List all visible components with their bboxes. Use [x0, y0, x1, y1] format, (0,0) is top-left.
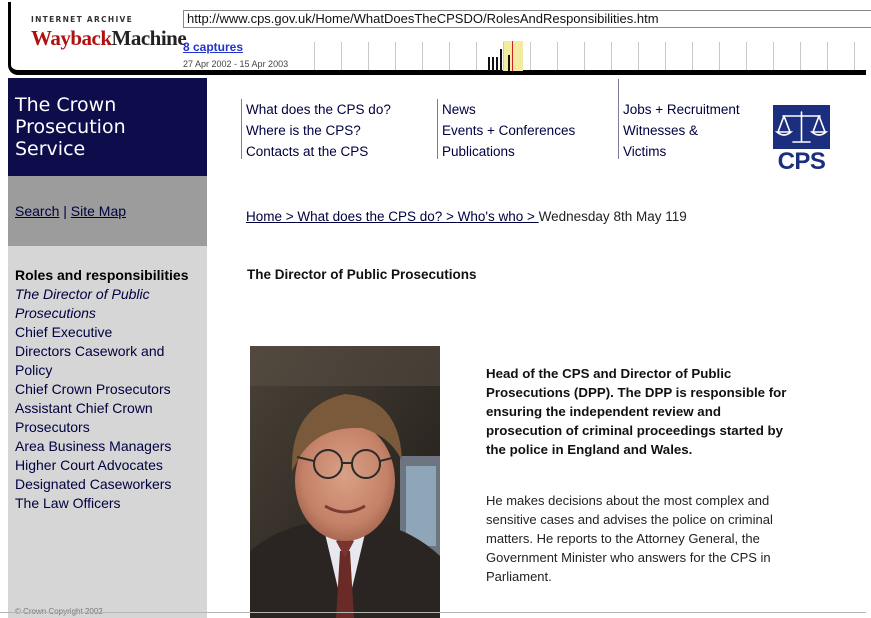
sidebar-item-directors-casework[interactable]: Directors Casework and Policy — [15, 342, 205, 380]
body-paragraph: He makes decisions about the most comple… — [486, 493, 773, 584]
site-title-line: Prosecution — [15, 116, 126, 138]
nav-link-victims[interactable]: Victims — [623, 141, 740, 162]
timeline-year-sep — [341, 42, 342, 70]
wayback-logo[interactable]: INTERNET ARCHIVE WaybackMachine — [31, 15, 187, 50]
nav-link-jobs[interactable]: Jobs + Recruitment — [623, 99, 740, 120]
wayback-toolbar: INTERNET ARCHIVE WaybackMachine http://w… — [8, 2, 871, 75]
dpp-portrait-photo — [250, 346, 440, 618]
sidebar: Roles and responsibilities The Director … — [8, 246, 207, 618]
wayback-logo-top: INTERNET ARCHIVE — [31, 15, 134, 24]
sidebar-item-chief-executive[interactable]: Chief Executive — [15, 323, 205, 342]
nav-link-news[interactable]: News — [442, 99, 575, 120]
timeline-year-sep — [557, 42, 558, 70]
wayback-url-input[interactable]: http://www.cps.gov.uk/Home/WhatDoesTheCP… — [183, 10, 871, 28]
nav-link-witnesses[interactable]: Witnesses & — [623, 120, 740, 141]
nav-column-1: What does the CPS do? Where is the CPS? … — [241, 99, 391, 159]
breadcrumb-date: Wednesday 8th May 119 — [538, 209, 687, 224]
timeline-year-sep — [746, 42, 747, 70]
sidebar-item-current: Prosecutions — [15, 305, 96, 321]
timeline-year-sep — [476, 42, 477, 70]
wayback-logo-word2: Machine — [111, 26, 187, 50]
nav-link-events[interactable]: Events + Conferences — [442, 120, 575, 141]
timeline-year-sep — [854, 42, 855, 70]
timeline-year-sep — [773, 42, 774, 70]
scales-icon — [773, 105, 830, 149]
breadcrumb-whos-who[interactable]: Who's who > — [458, 209, 539, 224]
site-map-link[interactable]: Site Map — [71, 203, 126, 219]
page-divider — [0, 612, 866, 613]
timeline-year-sep — [800, 42, 801, 70]
timeline-year-sep — [503, 42, 504, 70]
search-separator: | — [63, 203, 67, 219]
sidebar-item-area-business-managers[interactable]: Area Business Managers — [15, 437, 205, 456]
nav-link-where-is[interactable]: Where is the CPS? — [246, 120, 391, 141]
sidebar-heading: Roles and responsibilities — [15, 267, 189, 283]
timeline-year-sep — [719, 42, 720, 70]
site-title: The Crown Prosecution Service — [15, 94, 195, 160]
timeline-year-sep — [368, 42, 369, 70]
timeline-year-sep — [692, 42, 693, 70]
timeline-capture-bar[interactable] — [500, 49, 502, 71]
breadcrumb: Home > What does the CPS do? > Who's who… — [246, 209, 687, 224]
breadcrumb-home[interactable]: Home > — [246, 209, 297, 224]
timeline-year-sep — [638, 42, 639, 70]
wayback-logo-word1: Wayback — [31, 26, 112, 50]
site-title-line: The Crown — [15, 94, 117, 116]
sidebar-list: Roles and responsibilities The Director … — [15, 266, 205, 513]
sidebar-item-assistant-ccp-cont[interactable]: Prosecutors — [15, 418, 205, 437]
sidebar-item-assistant-ccp[interactable]: Assistant Chief Crown — [15, 399, 205, 418]
nav-link-publications[interactable]: Publications — [442, 141, 575, 162]
page-title: The Director of Public Prosecutions — [247, 267, 477, 282]
search-link[interactable]: Search — [15, 203, 59, 219]
cps-logo[interactable]: CPS — [773, 105, 830, 177]
wayback-captures-link[interactable]: 8 captures — [183, 40, 243, 54]
breadcrumb-what-does[interactable]: What does the CPS do? > — [297, 209, 457, 224]
sidebar-item-higher-court-advocates[interactable]: Higher Court Advocates — [15, 456, 205, 475]
nav-column-3: Jobs + Recruitment Witnesses & Victims — [618, 79, 740, 159]
timeline-capture-bar[interactable] — [508, 55, 510, 71]
timeline-year-sep — [449, 42, 450, 70]
wayback-timeline[interactable] — [308, 39, 868, 71]
timeline-current-marker — [512, 41, 513, 71]
timeline-capture-bar[interactable] — [492, 57, 494, 71]
nav-column-2: News Events + Conferences Publications — [437, 99, 575, 159]
timeline-capture-bar[interactable] — [496, 57, 498, 71]
timeline-current-year[interactable] — [503, 41, 523, 71]
nav-link-contacts[interactable]: Contacts at the CPS — [246, 141, 391, 162]
timeline-year-sep — [665, 42, 666, 70]
timeline-year-sep — [584, 42, 585, 70]
site-title-line: Service — [15, 138, 86, 160]
cps-logo-text: CPS — [777, 148, 826, 175]
site-title-box: The Crown Prosecution Service — [8, 78, 207, 176]
timeline-capture-bar[interactable] — [488, 57, 490, 71]
timeline-year-sep — [611, 42, 612, 70]
timeline-year-sep — [530, 42, 531, 70]
sidebar-item-chief-crown-prosecutors[interactable]: Chief Crown Prosecutors — [15, 380, 205, 399]
search-row: Search | Site Map — [15, 203, 126, 219]
wayback-logo-main: WaybackMachine — [31, 26, 187, 50]
search-panel: Search | Site Map — [8, 176, 207, 246]
wayback-date-range: 27 Apr 2002 - 15 Apr 2003 — [183, 59, 289, 69]
timeline-year-sep — [827, 42, 828, 70]
timeline-year-sep — [314, 42, 315, 70]
sidebar-item-law-officers[interactable]: The Law Officers — [15, 494, 205, 513]
timeline-year-sep — [395, 42, 396, 70]
nav-link-what-does[interactable]: What does the CPS do? — [246, 99, 391, 120]
lead-paragraph: Head of the CPS and Director of Public P… — [486, 366, 787, 457]
timeline-year-sep — [422, 42, 423, 70]
sidebar-item-current: The Director of Public — [15, 286, 150, 302]
sidebar-item-designated-caseworkers[interactable]: Designated Caseworkers — [15, 475, 205, 494]
